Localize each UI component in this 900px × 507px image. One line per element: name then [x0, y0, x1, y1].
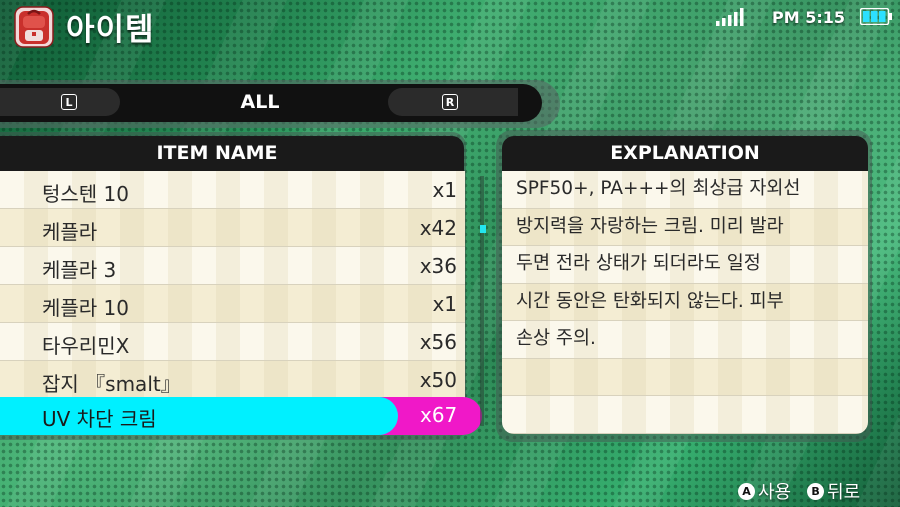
- signal-icon: [716, 8, 744, 26]
- page-title: 아이템: [66, 12, 155, 48]
- item-list-header: ITEM NAME: [0, 136, 464, 171]
- item-quantity: x1: [432, 292, 457, 316]
- explanation-line: [502, 358, 868, 396]
- category-label: ALL: [240, 91, 280, 113]
- item-name: UV 차단 크림: [42, 407, 157, 431]
- item-quantity: x1: [432, 178, 457, 202]
- item-quantity: x36: [419, 254, 457, 278]
- explanation-line: 시간 동안은 탄화되지 않는다. 피부: [502, 283, 868, 321]
- list-item[interactable]: 케플라 x42: [0, 209, 465, 247]
- scrollbar-thumb[interactable]: [480, 225, 486, 233]
- category-prev-tab[interactable]: [0, 88, 120, 116]
- item-name: 텅스텐 10: [42, 182, 130, 206]
- item-quantity: x50: [419, 368, 457, 392]
- item-name: 케플라 3: [42, 258, 117, 282]
- item-name: 케플라 10: [42, 296, 130, 320]
- scrollbar-track[interactable]: [480, 176, 484, 426]
- backpack-icon: [14, 6, 54, 48]
- explanation-body: SPF50+, PA+++의 최상급 자외선 방지력을 자랑하는 크림. 미리 …: [502, 171, 868, 434]
- explanation-line: 손상 주의.: [502, 321, 868, 359]
- back-button-label[interactable]: 뒤로: [827, 482, 860, 503]
- clock: PM 5:15: [772, 8, 846, 27]
- item-name: 잡지 『smalt』: [42, 372, 181, 396]
- r-button-icon[interactable]: R: [442, 94, 458, 110]
- item-name: 타우리민X: [42, 334, 130, 358]
- explanation-header: EXPLANATION: [502, 136, 868, 171]
- item-list: 텅스텐 10 x1 케플라 x42 케플라 3 x36 케플라 10 x1 타우…: [0, 171, 465, 399]
- item-name: 케플라: [42, 220, 98, 244]
- item-quantity: x56: [419, 330, 457, 354]
- explanation-line: 두면 전라 상태가 되더라도 일정: [502, 246, 868, 284]
- item-quantity: x67: [420, 403, 458, 427]
- list-item[interactable]: 텅스텐 10 x1: [0, 171, 465, 209]
- button-hints: A 사용 B 뒤로: [738, 478, 860, 504]
- list-item[interactable]: 잡지 『smalt』 x50: [0, 361, 465, 399]
- item-list-header-label: ITEM NAME: [156, 142, 278, 164]
- b-button-icon[interactable]: B: [807, 482, 825, 500]
- top-bar: 아이템 PM 5:15: [0, 0, 900, 56]
- explanation-line: [502, 396, 868, 434]
- use-button-label[interactable]: 사용: [758, 482, 791, 503]
- explanation-line: 방지력을 자랑하는 크림. 미리 발라: [502, 208, 868, 246]
- battery-icon: [860, 8, 892, 25]
- selected-list-item[interactable]: UV 차단 크림 x67: [0, 397, 482, 435]
- explanation-line: SPF50+, PA+++의 최상급 자외선: [502, 171, 868, 209]
- item-quantity: x42: [419, 216, 457, 240]
- list-item[interactable]: 케플라 10 x1: [0, 285, 465, 323]
- list-item[interactable]: 케플라 3 x36: [0, 247, 465, 285]
- l-button-icon[interactable]: L: [61, 94, 77, 110]
- a-button-icon[interactable]: A: [738, 482, 755, 500]
- list-item[interactable]: 타우리민X x56: [0, 323, 465, 361]
